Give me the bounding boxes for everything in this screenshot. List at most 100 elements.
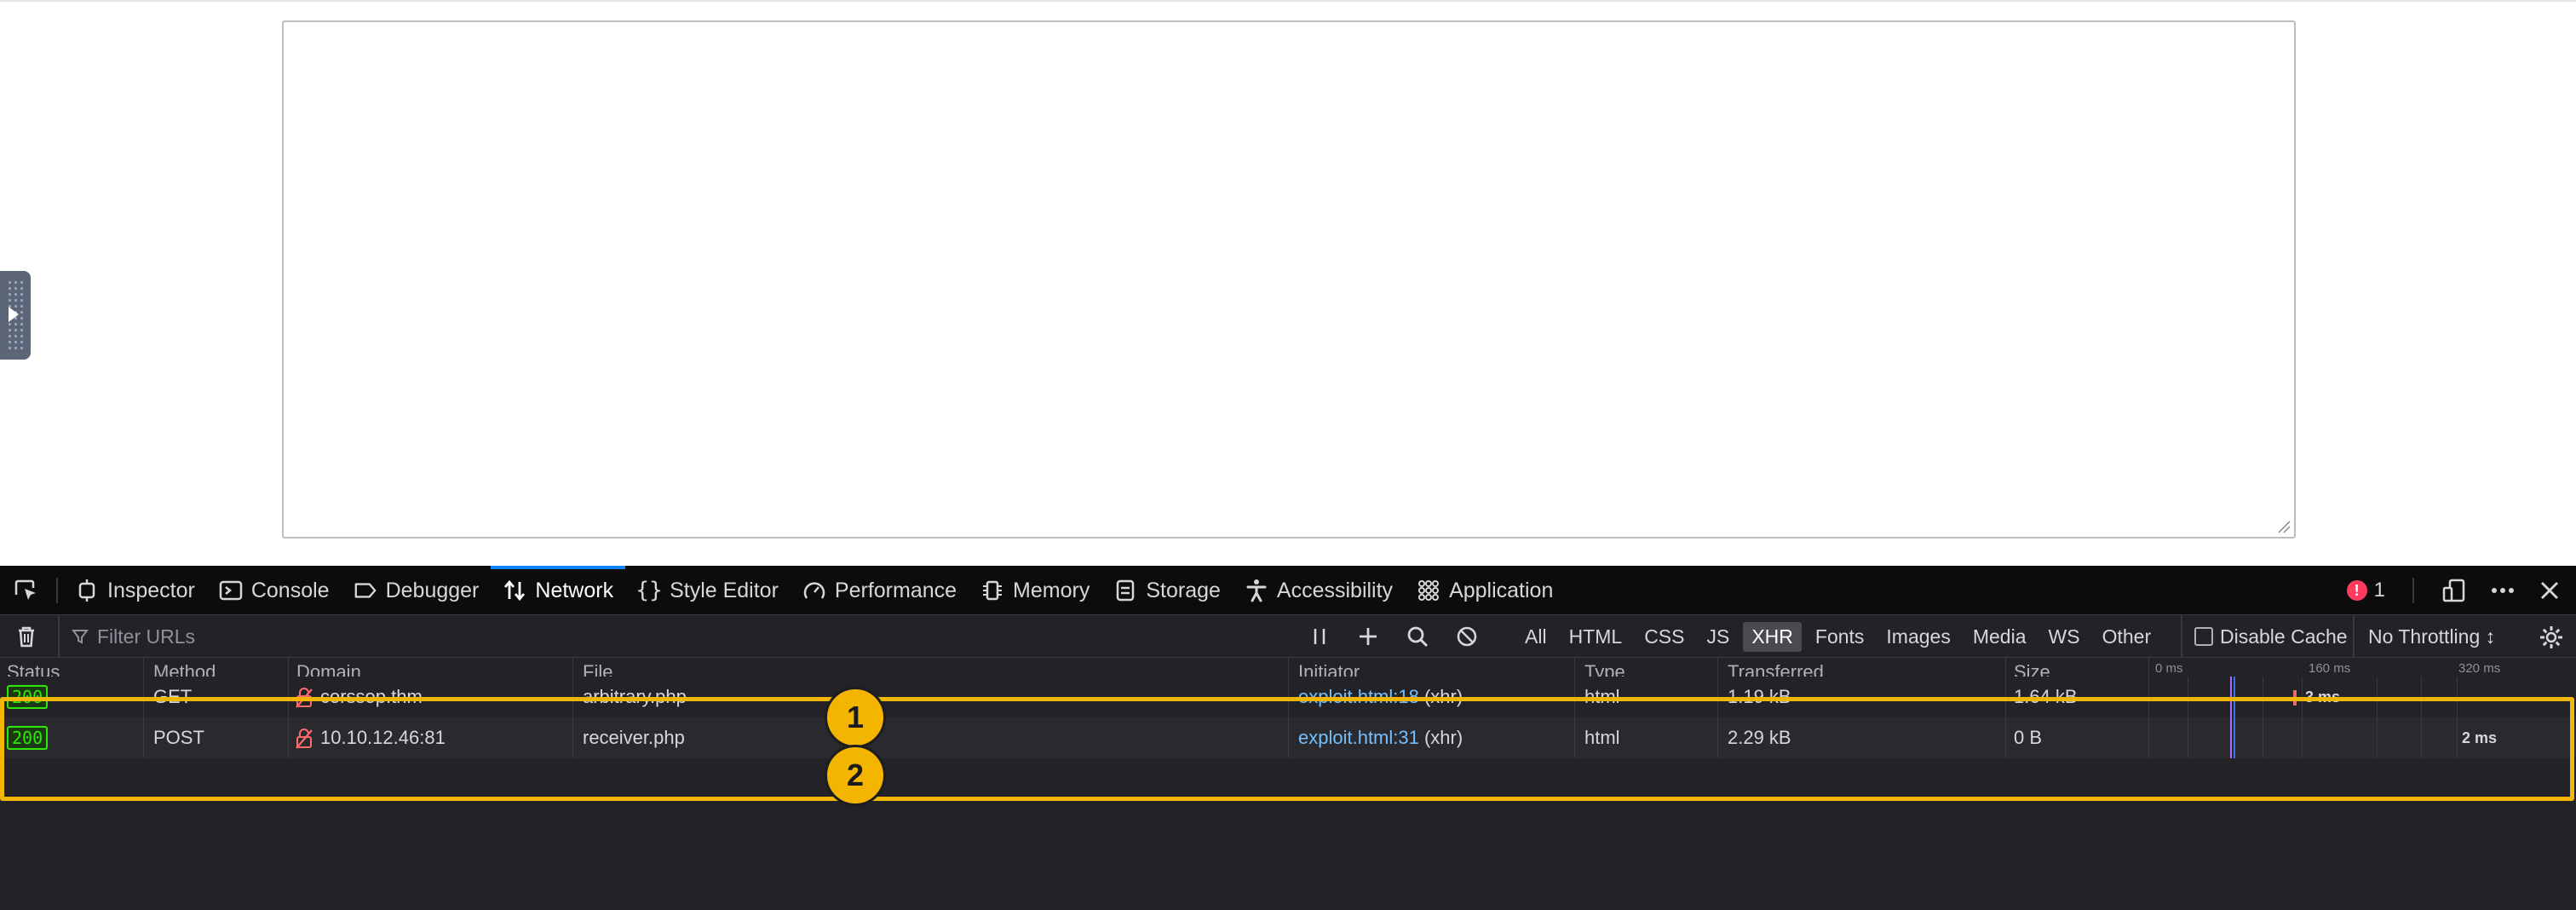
column-divider [2005,658,2006,677]
step-marker-1: 1 [825,687,886,748]
gear-icon[interactable] [2539,625,2564,650]
responsive-design-icon[interactable] [2441,578,2467,603]
tab-console[interactable]: Console [207,566,342,615]
waterfall-timing: 3 ms [2305,688,2341,706]
debugger-icon [354,579,377,602]
column-file[interactable]: File [583,661,612,677]
filter-html[interactable]: HTML [1561,622,1631,652]
tab-memory[interactable]: Memory [969,566,1101,615]
filter-fonts[interactable]: Fonts [1807,622,1873,652]
request-type-filters: All HTML CSS JS XHR Fonts Images Media W… [1516,615,2165,658]
waterfall-grid-line [2302,677,2303,758]
chip-icon [980,579,1004,602]
status-badge: 200 [7,685,49,709]
tab-label: Storage [1146,578,1221,602]
search-icon[interactable] [1406,624,1429,649]
column-size[interactable]: Size [2014,661,2050,677]
column-divider [1288,658,1289,677]
type-cell: html [1584,727,1620,748]
toolbar-divider [2412,578,2414,603]
domain-text: corssop.thm [320,686,423,707]
filter-css[interactable]: CSS [1636,622,1693,652]
column-initiator[interactable]: Initiator [1298,661,1360,677]
initiator-cell: exploit.html:31 (xhr) [1298,717,1463,758]
filter-js[interactable]: JS [1698,622,1738,652]
insecure-lock-icon [296,729,313,749]
column-domain[interactable]: Domain [296,661,361,677]
plus-icon[interactable] [1356,624,1380,649]
table-row[interactable]: 200 POST 10.10.12.46:81 receiver.php exp… [0,717,2576,758]
column-status[interactable]: Status [7,661,60,677]
tab-application[interactable]: Application [1405,566,1565,615]
disable-cache-checkbox[interactable] [2194,627,2213,646]
side-panel-toggle[interactable] [0,271,31,360]
filter-media[interactable]: Media [1964,622,2035,652]
filter-ws[interactable]: WS [2040,622,2089,652]
tab-label: Network [535,578,614,602]
column-method[interactable]: Method [153,661,216,677]
column-divider [1288,677,1289,717]
tab-style-editor[interactable]: {} Style Editor [625,566,791,615]
error-count-button[interactable]: ! 1 [2346,579,2385,602]
network-tools [1308,615,1479,658]
error-icon: ! [2346,580,2367,601]
tab-label: Accessibility [1276,578,1394,602]
tab-inspector[interactable]: Inspector [63,566,207,615]
column-transferred[interactable]: Transferred [1728,661,1824,677]
initiator-link[interactable]: exploit.html:18 [1298,686,1419,707]
size-cell: 1.64 kB [2014,686,2078,707]
column-divider [1574,717,1575,758]
table-row[interactable]: 200 GET corssop.thm arbitrary.php exploi… [0,677,2576,717]
devtools-toolbar: Inspector Console Debugger Network {} St… [0,566,2576,615]
column-type[interactable]: Type [1584,661,1625,677]
resize-grip-icon[interactable] [2275,518,2291,533]
domain-text: 10.10.12.46:81 [320,727,446,748]
tab-label: Console [250,578,330,602]
column-divider [2148,717,2149,758]
tab-label: Inspector [107,578,195,602]
element-picker-icon [14,579,36,600]
tab-accessibility[interactable]: Accessibility [1233,566,1405,615]
filter-urls-input[interactable] [89,625,608,648]
status-cell: 200 [7,717,49,758]
filter-other[interactable]: Other [2094,622,2160,652]
filter-images[interactable]: Images [1877,622,1958,652]
filter-all[interactable]: All [1516,622,1555,652]
disable-cache-label: Disable Cache [2220,625,2348,648]
more-options-icon[interactable] [2489,578,2516,603]
inspector-icon [75,579,99,602]
throttling-select[interactable]: No Throttling ↕ [2353,615,2530,658]
waterfall-timing: 2 ms [2462,729,2498,746]
block-icon[interactable] [1455,624,1479,649]
dom-content-loaded-marker [2230,677,2232,758]
tab-debugger[interactable]: Debugger [342,566,492,615]
tab-network[interactable]: Network [491,566,625,615]
trash-icon[interactable] [14,624,39,649]
text-area[interactable] [282,20,2296,539]
column-divider [572,658,573,677]
load-marker [2234,677,2235,758]
column-divider [1288,717,1289,758]
tab-performance[interactable]: Performance [791,566,969,615]
waterfall-grid-line [2421,677,2422,758]
grid-icon [1417,579,1440,602]
column-divider [572,717,573,758]
initiator-cell: exploit.html:18 (xhr) [1298,677,1463,717]
waterfall-timing-bar [2293,690,2297,706]
column-divider [1574,677,1575,717]
column-divider [1717,658,1718,677]
domain-cell: 10.10.12.46:81 [295,717,446,758]
initiator-suffix: (xhr) [1418,727,1463,748]
element-picker-button[interactable] [0,566,51,615]
network-arrows-icon [503,579,526,602]
disable-cache-toggle[interactable]: Disable Cache [2181,615,2348,658]
method-cell: GET [153,686,193,707]
initiator-link[interactable]: exploit.html:31 [1298,727,1419,748]
tab-storage[interactable]: Storage [1101,566,1233,615]
waterfall-grid-line [2457,677,2458,758]
close-icon[interactable] [2539,579,2561,602]
column-divider [2148,677,2149,717]
filter-xhr[interactable]: XHR [1743,621,1802,652]
column-divider [143,677,144,717]
pause-icon[interactable] [1308,624,1331,649]
